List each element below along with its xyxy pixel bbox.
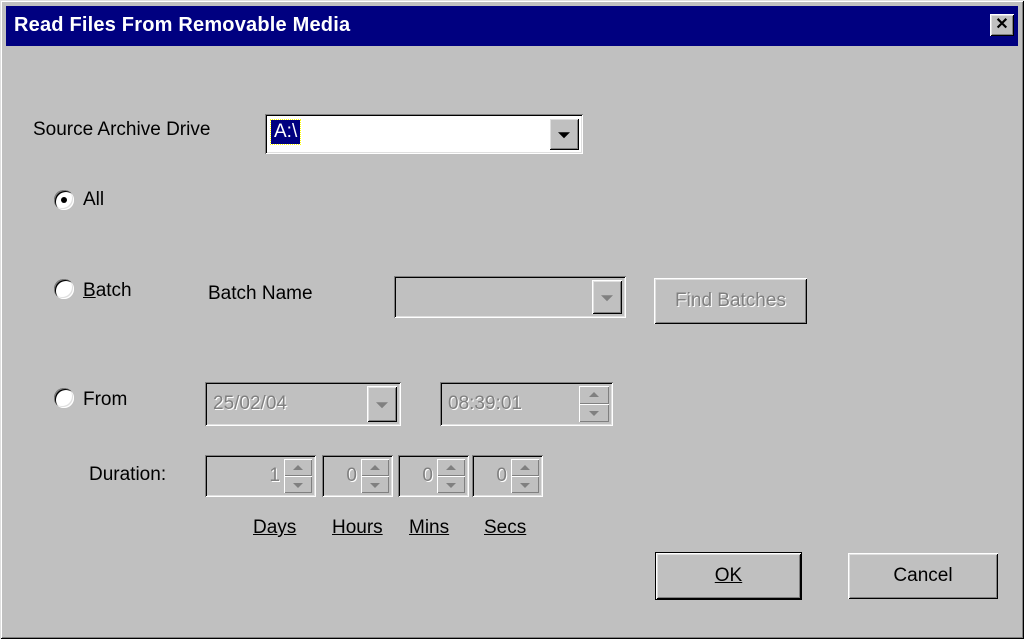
- radio-all-label[interactable]: All: [83, 189, 104, 211]
- from-date-picker[interactable]: 25/02/04: [205, 382, 401, 426]
- from-time-spinner[interactable]: [579, 386, 609, 422]
- duration-secs-value: 0: [496, 465, 507, 486]
- batch-name-select[interactable]: [394, 276, 626, 318]
- batch-name-label: Batch Name: [208, 283, 313, 304]
- radio-all-checked-dot: [61, 197, 67, 203]
- spin-down-icon: [446, 482, 456, 488]
- spin-down-icon: [370, 482, 380, 488]
- duration-hours-input[interactable]: 0: [322, 455, 393, 497]
- spin-up-icon: [293, 464, 303, 470]
- duration-label: Duration:: [89, 464, 167, 485]
- spin-up-icon: [520, 464, 530, 470]
- batch-name-dropdown-button[interactable]: [592, 280, 622, 314]
- radio-from-label[interactable]: From: [83, 389, 127, 411]
- spin-down-icon: [293, 482, 303, 488]
- spin-down-button[interactable]: [511, 476, 539, 493]
- from-date-value: 25/02/04: [213, 393, 287, 414]
- hours-caption: Hours: [332, 517, 383, 538]
- spin-down-button[interactable]: [579, 404, 609, 422]
- duration-secs-input[interactable]: 0: [472, 455, 543, 497]
- spin-up-button[interactable]: [437, 459, 465, 476]
- close-button[interactable]: ✕: [990, 14, 1014, 36]
- source-drive-value: A:\: [269, 119, 302, 145]
- secs-spinner[interactable]: [511, 459, 539, 493]
- spin-down-icon: [520, 482, 530, 488]
- source-drive-select[interactable]: A:\: [265, 114, 583, 154]
- spin-up-button[interactable]: [361, 459, 389, 476]
- spin-down-icon: [589, 411, 599, 416]
- cancel-button[interactable]: Cancel: [848, 553, 998, 599]
- source-drive-dropdown-button[interactable]: [549, 118, 579, 150]
- mins-spinner[interactable]: [437, 459, 465, 493]
- duration-days-value: 1: [269, 465, 280, 486]
- window-title: Read Files From Removable Media: [14, 14, 351, 36]
- chevron-down-icon: [601, 295, 613, 302]
- spin-up-button[interactable]: [511, 459, 539, 476]
- spin-down-button[interactable]: [284, 476, 312, 493]
- chevron-down-icon: [376, 402, 388, 409]
- close-icon: ✕: [995, 16, 1009, 33]
- spin-up-button[interactable]: [579, 386, 609, 404]
- find-batches-button[interactable]: Find Batches: [654, 278, 807, 324]
- days-caption: Days: [253, 517, 297, 538]
- spin-down-button[interactable]: [437, 476, 465, 493]
- spin-up-button[interactable]: [284, 459, 312, 476]
- from-date-dropdown-button[interactable]: [367, 386, 397, 422]
- batch-mnemonic: B: [83, 280, 96, 301]
- days-spinner[interactable]: [284, 459, 312, 493]
- spin-up-icon: [589, 392, 599, 397]
- spin-up-icon: [370, 464, 380, 470]
- radio-from[interactable]: [54, 388, 74, 408]
- dialog-window: Read Files From Removable Media ✕ Source…: [0, 0, 1024, 639]
- radio-all[interactable]: [54, 190, 74, 210]
- ok-button[interactable]: OK: [655, 552, 802, 600]
- cancel-label: Cancel: [893, 565, 953, 586]
- from-time-input[interactable]: 08:39:01: [440, 382, 613, 426]
- hours-spinner[interactable]: [361, 459, 389, 493]
- duration-days-input[interactable]: 1: [205, 455, 316, 497]
- mins-caption: Mins: [409, 517, 450, 538]
- radio-batch-label[interactable]: Batch: [83, 280, 132, 302]
- duration-mins-input[interactable]: 0: [398, 455, 469, 497]
- spin-up-icon: [446, 464, 456, 470]
- source-drive-label: Source Archive Drive: [33, 119, 211, 140]
- spin-down-button[interactable]: [361, 476, 389, 493]
- duration-hours-value: 0: [346, 465, 357, 486]
- duration-mins-value: 0: [422, 465, 433, 486]
- title-bar: Read Files From Removable Media ✕: [6, 6, 1018, 46]
- find-batches-label: Find Batches: [675, 290, 786, 311]
- from-time-value: 08:39:01: [448, 393, 522, 414]
- secs-caption: Secs: [484, 517, 527, 538]
- ok-label: OK: [714, 565, 743, 586]
- chevron-down-icon: [558, 132, 570, 139]
- radio-batch[interactable]: [54, 279, 74, 299]
